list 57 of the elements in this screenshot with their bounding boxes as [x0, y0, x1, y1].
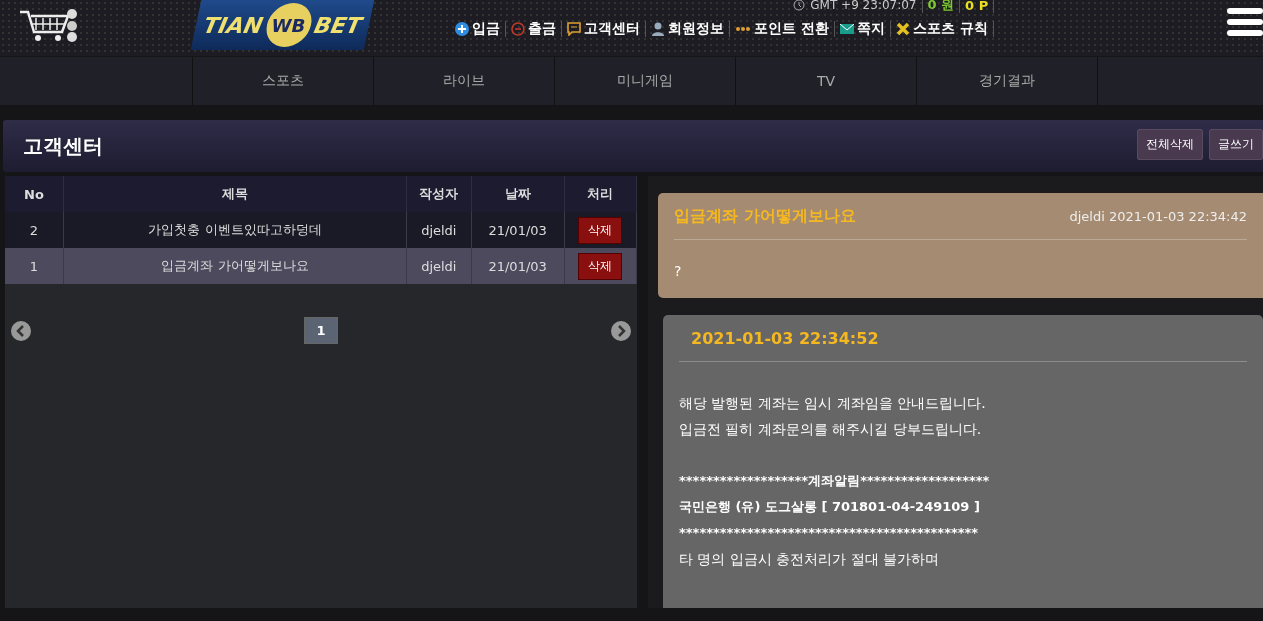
header-link[interactable]: 출금 [511, 20, 557, 38]
column-header: 날짜 [471, 176, 565, 212]
dots-icon [735, 26, 752, 32]
nav-item[interactable]: 라이브 [374, 57, 555, 105]
header-link[interactable]: 스포츠 규칙 [896, 20, 989, 38]
table-cell: djeldi [406, 248, 472, 284]
table-cell: 21/01/03 [471, 248, 565, 284]
table-row[interactable]: 2 가입첫충 이벤트있따고하덩데 djeldi 21/01/03 삭제 [5, 212, 637, 248]
column-header: 제목 [63, 176, 407, 212]
cross-icon [896, 22, 911, 36]
header-link[interactable]: 고객센터 [567, 20, 641, 38]
minus-icon [511, 22, 526, 36]
point-balance: 0 P [965, 0, 989, 13]
message-line: *******************계좌알림******************* [679, 472, 991, 490]
column-header: 작성자 [406, 176, 472, 212]
table-row[interactable]: 1 입금계좌 가어떻게보나요 djeldi 21/01/03 삭제 [5, 248, 637, 284]
header-link[interactable]: 쪽지 [840, 20, 886, 38]
table-cell: djeldi [406, 212, 472, 248]
message-line: ******************************************** [679, 524, 980, 542]
panel-title: 고객센터 [23, 132, 103, 160]
column-header: 처리 [564, 176, 637, 212]
table-cell: 입금계좌 가어떻게보나요 [63, 248, 407, 284]
clock-text: GMT +9 23:07:07 [810, 0, 917, 12]
logo[interactable]: TIAN WB BET [190, 0, 375, 50]
message-line: 타 명의 입금시 충전처리가 절대 불가하며 [679, 550, 941, 569]
message-title: 2021-01-03 22:34:52 [691, 328, 879, 348]
table-cell: 21/01/03 [471, 212, 565, 248]
table-cell: 1 [5, 248, 64, 284]
table-cell: 2 [5, 212, 64, 248]
message-meta: djeldi 2021-01-03 22:34:42 [1069, 208, 1247, 224]
menu-icon[interactable] [1227, 6, 1263, 38]
message-line: 국민은행 (유) 도그살롱 [ 701801-04-249109 ] [679, 498, 981, 516]
next-icon[interactable] [611, 320, 631, 341]
mail-icon [840, 24, 855, 34]
delete-button[interactable]: 삭제 [578, 252, 623, 280]
message-title: 입금계좌 가어떻게보나요 [674, 205, 856, 227]
delete-button[interactable]: 삭제 [578, 216, 623, 244]
message-line: 해당 발행된 계좌는 임시 계좌임을 안내드립니다. [679, 394, 987, 413]
table-cell: 가입첫충 이벤트있따고하덩데 [63, 212, 407, 248]
message-line: 입금전 필히 계좌문의를 해주시길 당부드립니다. [679, 420, 983, 439]
chat-icon [567, 22, 582, 36]
panel-button[interactable]: 글쓰기 [1209, 128, 1263, 160]
panel-button[interactable]: 전체삭제 [1137, 128, 1203, 160]
message-line: ? [674, 262, 683, 281]
nav-item[interactable]: 미니게임 [555, 57, 736, 105]
person-icon [651, 22, 666, 36]
previous-icon[interactable] [11, 320, 31, 341]
page-button[interactable]: 1 [304, 317, 338, 344]
column-header: No [5, 176, 64, 212]
header-link[interactable]: 입금 [455, 20, 501, 38]
clock-icon [793, 0, 806, 11]
plus-icon [455, 22, 470, 36]
nav-item[interactable]: 경기결과 [917, 57, 1098, 105]
nav-item[interactable]: TV [736, 57, 917, 105]
nav-item[interactable]: 스포츠 [193, 57, 374, 105]
header-link[interactable]: 회원정보 [651, 20, 725, 38]
header-link[interactable]: 포인트 전환 [735, 20, 830, 38]
